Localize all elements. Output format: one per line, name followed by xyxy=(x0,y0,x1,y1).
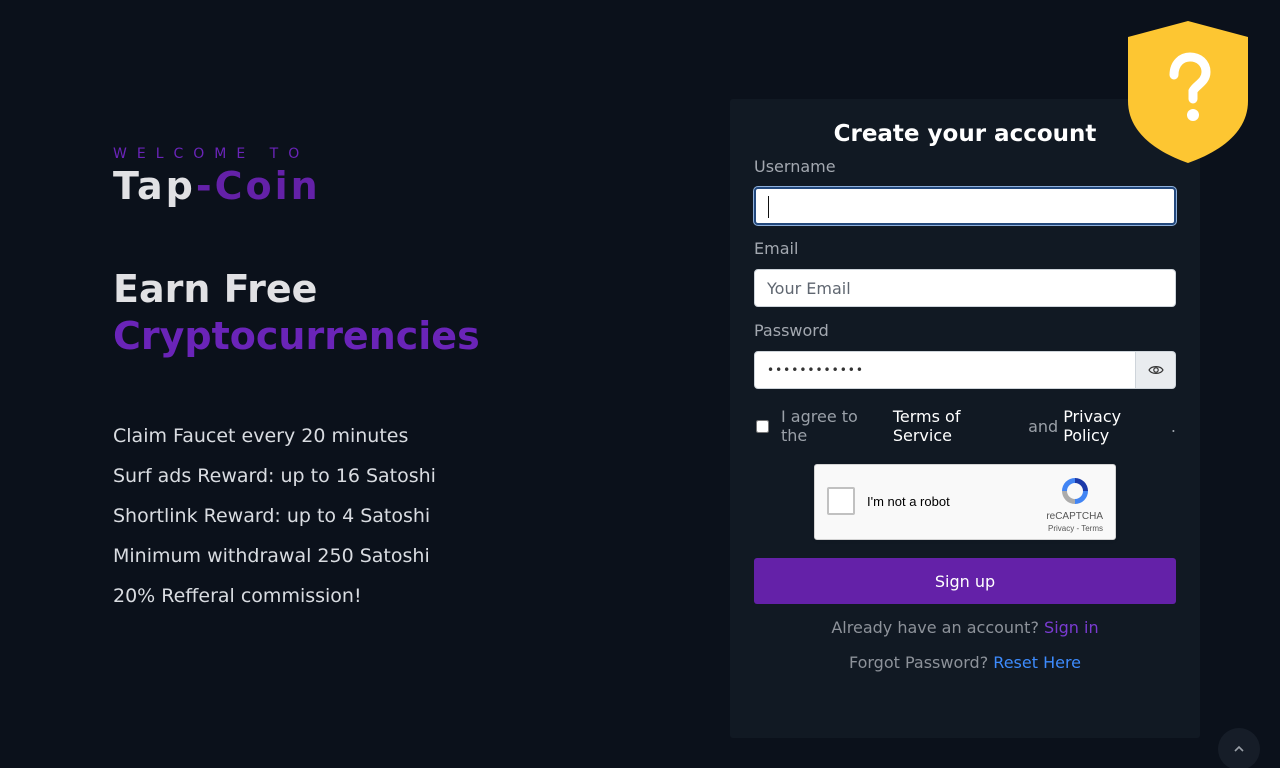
username-input[interactable] xyxy=(754,187,1176,225)
signup-button[interactable]: Sign up xyxy=(754,558,1176,604)
email-input[interactable] xyxy=(754,269,1176,307)
recaptcha-checkbox[interactable] xyxy=(827,487,855,515)
privacy-link[interactable]: Privacy Policy xyxy=(1063,407,1171,445)
agree-suffix: . xyxy=(1170,416,1176,436)
agree-prefix: I agree to the xyxy=(781,407,858,445)
agree-and: and xyxy=(1028,416,1059,436)
reset-row: Forgot Password? Reset Here xyxy=(754,653,1176,672)
feature-item: Minimum withdrawal 250 Satoshi xyxy=(113,545,430,567)
recaptcha-logo-icon xyxy=(1062,478,1088,504)
form-title: Create your account xyxy=(833,121,1097,147)
recaptcha-links[interactable]: Privacy - Terms xyxy=(1048,524,1103,533)
brand-accent: -Coin xyxy=(195,164,321,208)
signin-row: Already have an account? Sign in xyxy=(754,618,1176,637)
recaptcha-brand: reCAPTCHA xyxy=(1046,511,1103,522)
password-group: •••••••••••• xyxy=(754,351,1176,389)
agree-checkbox[interactable] xyxy=(756,419,769,433)
page: WELCOME TO Tap-Coin Earn Free Cryptocurr… xyxy=(0,0,1280,768)
feature-item: Surf ads Reward: up to 16 Satoshi xyxy=(113,465,436,487)
feature-item: Claim Faucet every 20 minutes xyxy=(113,425,409,447)
recaptcha-label: I'm not a robot xyxy=(867,494,950,509)
forgot-text: Forgot Password? xyxy=(848,653,989,672)
signup-card: Create your account Username Email Passw… xyxy=(730,99,1200,738)
toggle-password-button[interactable] xyxy=(1136,351,1176,389)
recaptcha-widget: I'm not a robot reCAPTCHA Privacy - Term… xyxy=(814,464,1116,540)
headline-line2: Cryptocurrencies xyxy=(113,314,480,358)
headline-line1: Earn Free xyxy=(113,267,318,311)
signin-link[interactable]: Sign in xyxy=(1044,618,1099,637)
email-label: Email xyxy=(754,239,799,258)
welcome-text: WELCOME TO xyxy=(113,146,310,162)
brand-title: Tap-Coin xyxy=(113,164,633,208)
feature-item: Shortlink Reward: up to 4 Satoshi xyxy=(113,505,431,527)
reset-link[interactable]: Reset Here xyxy=(993,653,1081,672)
shield-question-icon[interactable] xyxy=(1126,19,1250,165)
brand-main: Tap xyxy=(113,164,196,208)
text-caret xyxy=(768,196,769,218)
password-label: Password xyxy=(754,321,829,340)
feature-item: 20% Refferal commission! xyxy=(113,585,362,607)
username-label: Username xyxy=(754,157,836,176)
terms-link[interactable]: Terms of Service xyxy=(893,407,1023,445)
eye-icon xyxy=(1147,366,1164,374)
password-input[interactable]: •••••••••••• xyxy=(754,351,1136,389)
scroll-top-button[interactable] xyxy=(1218,728,1260,768)
headline: Earn Free Cryptocurrencies xyxy=(113,266,633,360)
hero-section: WELCOME TO Tap-Coin Earn Free Cryptocurr… xyxy=(113,146,633,616)
feature-list: Claim Faucet every 20 minutes Surf ads R… xyxy=(113,416,633,616)
have-account-text: Already have an account? xyxy=(831,618,1039,637)
agree-row: I agree to the Terms of Service and Priv… xyxy=(754,407,1176,445)
chevron-up-icon xyxy=(1234,745,1244,752)
